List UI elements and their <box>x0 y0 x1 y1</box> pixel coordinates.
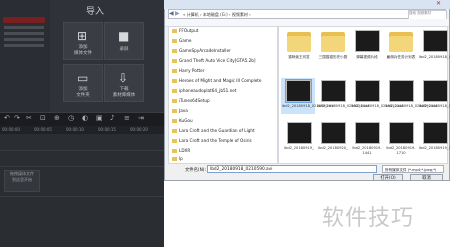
tree-item[interactable]: Heroes of Might and Magic III Complete <box>172 78 262 83</box>
folder-icon <box>172 119 177 123</box>
add-folder-icon: ▭ <box>77 71 89 85</box>
video-thumbnail <box>321 80 346 102</box>
open-button[interactable]: 打开(O) <box>373 174 403 181</box>
ruler-time: 00:00:15 <box>98 127 116 132</box>
import-media-icon: ⊞ <box>77 29 88 43</box>
tree-item[interactable]: iTunes64Setup <box>172 98 210 103</box>
folder-icon <box>172 59 177 63</box>
menu-item[interactable] <box>4 44 44 47</box>
menu-item[interactable] <box>4 38 44 41</box>
ruler-time: 00:00:05 <box>34 127 52 132</box>
filename-input[interactable]: lbd2_20180918_0210590.avi <box>207 165 377 173</box>
cut-icon[interactable]: ✂ <box>26 114 32 122</box>
record-icon: ■ <box>118 29 130 43</box>
tile-label: 添加 媒体文件 <box>74 45 92 56</box>
tree-item[interactable]: Lara Croft and the Guardian of Light <box>172 128 255 133</box>
track-divider <box>0 196 164 197</box>
tree-item[interactable]: KuGou <box>172 118 193 123</box>
video-thumbnail <box>423 122 448 144</box>
folder-icon <box>172 39 177 43</box>
video-thumbnail <box>287 122 312 144</box>
tree-item[interactable]: Harry Potter <box>172 68 204 73</box>
folder-icon <box>172 139 177 143</box>
download-media-tile[interactable]: ⇩ 下载 素材库媒体 <box>104 64 144 102</box>
folder-icon <box>172 157 177 161</box>
video-thumbnail <box>321 122 346 144</box>
image-icon[interactable]: ▣ <box>96 114 103 122</box>
timeline-drop-hint: 拖拽媒体文件 到这里开始 <box>4 170 40 192</box>
folder-icon <box>172 99 177 103</box>
tree-item[interactable]: FFOutput <box>172 28 198 33</box>
tree-item[interactable]: Lara Croft and the Temple of Osiris <box>172 138 252 143</box>
menu-item[interactable] <box>4 26 44 29</box>
ruler-time: 00:00:20 <box>130 127 148 132</box>
dialog-titlebar[interactable] <box>164 0 450 9</box>
tree-item[interactable]: LDXR <box>172 148 190 153</box>
tree-item[interactable]: Grand Theft Auto Vice City[GTA5.2b] <box>172 58 256 63</box>
folder-icon <box>172 109 177 113</box>
folder-icon <box>172 69 177 73</box>
folder-icon <box>172 129 177 133</box>
video-thumbnail <box>355 80 380 102</box>
video-thumbnail <box>423 80 448 102</box>
mic-icon[interactable]: ♪ <box>110 114 114 122</box>
folder-icon <box>172 49 177 53</box>
video-thumbnail <box>389 122 414 144</box>
file-item-selected[interactable]: lbd2_20180918_0210590.avi <box>281 78 334 114</box>
ruler-time: 00:00:00 <box>2 127 20 132</box>
video-thumbnail <box>355 122 380 144</box>
cancel-button[interactable]: 取消 <box>410 174 443 181</box>
undo-icon[interactable]: ↶ <box>4 114 10 122</box>
video-thumbnail <box>355 30 380 52</box>
color-icon[interactable]: ◐ <box>82 114 88 122</box>
tree-item[interactable]: Java <box>172 108 188 113</box>
folder-icon <box>172 149 177 153</box>
menu-item-selected[interactable] <box>3 17 45 23</box>
speed-icon[interactable]: ◷ <box>68 114 74 122</box>
forward-icon[interactable]: ▶ <box>175 10 180 17</box>
folder-icon <box>172 89 177 93</box>
tree-item[interactable]: GameSpyArcadeInstaller <box>172 48 231 53</box>
add-folder-tile[interactable]: ▭ 添加 文件夹 <box>63 64 103 102</box>
folder-icon <box>172 79 177 83</box>
tile-label: 录屏 <box>119 47 129 52</box>
folder-icon <box>287 30 311 52</box>
track-divider <box>0 150 164 151</box>
menu-item[interactable] <box>4 32 44 35</box>
folder-tree[interactable] <box>168 26 278 164</box>
record-tile[interactable]: ■ 录屏 <box>104 22 144 60</box>
tile-label: 下载 素材库媒体 <box>112 87 136 98</box>
export-icon[interactable]: ⇥ <box>138 114 144 122</box>
import-media-tile[interactable]: ⊞ 添加 媒体文件 <box>63 22 103 60</box>
settings-icon[interactable]: ≡ <box>124 114 130 122</box>
watermark: 软件技巧 <box>322 206 415 231</box>
video-thumbnail <box>423 30 448 52</box>
video-thumbnail <box>285 79 312 103</box>
download-media-icon: ⇩ <box>118 71 129 85</box>
file-type-select[interactable]: 所有媒体文件 (*.mp4;*.jpeg;*) <box>382 165 444 173</box>
tree-item[interactable]: Game <box>172 38 191 43</box>
folder-icon <box>389 30 413 52</box>
tree-item[interactable]: iphoneaudoplat64_jb51.net <box>172 88 237 93</box>
folder-icon <box>172 29 177 33</box>
tile-label: 添加 文件夹 <box>76 87 90 98</box>
close-icon[interactable]: ✕ <box>436 0 441 7</box>
address-bar[interactable]: « 计算机 › 本地磁盘 (G:) › 视频素材 › <box>168 9 446 19</box>
tree-item[interactable]: lp <box>172 156 183 161</box>
video-thumbnail <box>389 80 414 102</box>
crop-icon[interactable]: ⊡ <box>40 114 46 122</box>
back-icon[interactable]: ◀ <box>169 10 174 17</box>
filename-label: 文件名(N): <box>185 168 206 173</box>
folder-icon <box>321 30 345 52</box>
ruler-time: 00:00:10 <box>66 127 84 132</box>
import-title: 导入 <box>86 7 105 17</box>
zoom-icon[interactable]: ⊕ <box>54 114 60 122</box>
redo-icon[interactable]: ↷ <box>14 114 20 122</box>
track-divider <box>0 166 164 167</box>
